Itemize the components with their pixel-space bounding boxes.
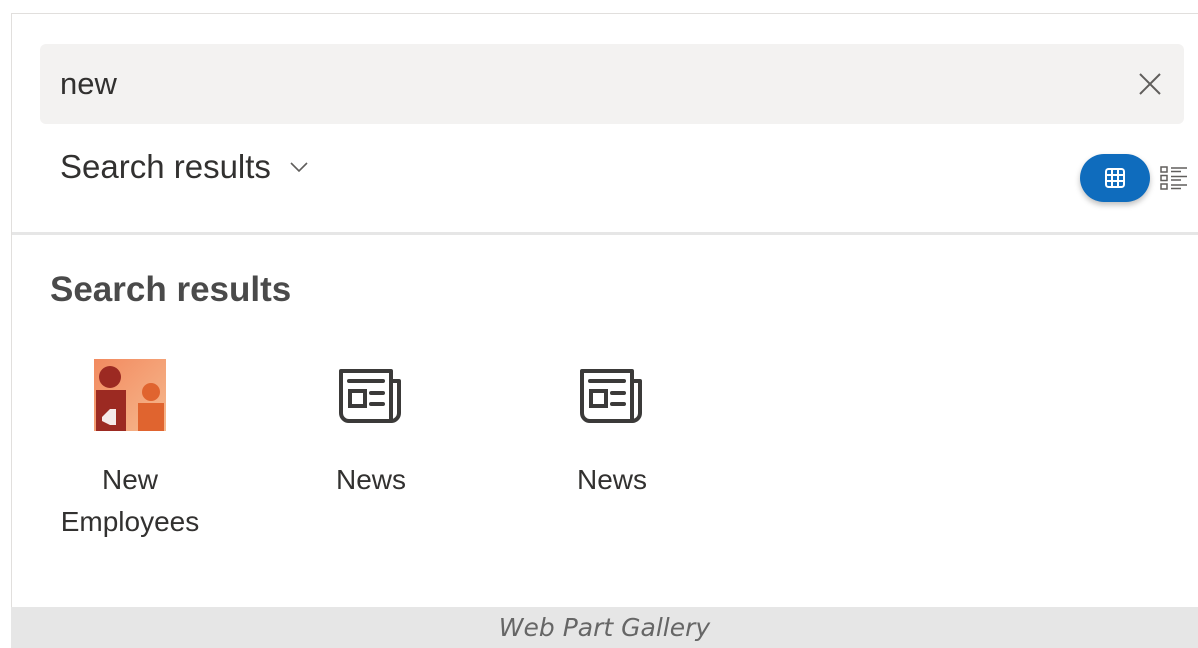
list-view-icon: [1160, 166, 1187, 190]
gallery-caption: Web Part Gallery: [498, 613, 711, 642]
result-item-label: News: [335, 464, 406, 495]
search-box: [40, 44, 1184, 124]
filter-dropdown-label: Search results: [60, 148, 271, 185]
chevron-down-icon: [290, 162, 308, 173]
clear-search-button[interactable]: [1130, 64, 1170, 104]
section-divider: [12, 232, 1198, 235]
result-item-label: News: [576, 464, 647, 495]
result-item-new-employees[interactable]: New Employees: [40, 359, 220, 543]
new-employees-icon: [94, 359, 166, 431]
gallery-caption-bar: Web Part Gallery: [11, 607, 1198, 648]
results-grid: New Employees News News: [40, 359, 763, 543]
result-item-label: New Employees: [60, 464, 200, 537]
result-item-news[interactable]: News: [281, 359, 461, 543]
close-icon: [1139, 73, 1161, 95]
grid-view-button[interactable]: [1080, 154, 1150, 202]
news-icon: [580, 369, 642, 423]
news-icon: [339, 369, 401, 423]
list-view-button[interactable]: [1152, 154, 1196, 202]
result-item-news[interactable]: News: [522, 359, 702, 543]
search-filter-dropdown[interactable]: Search results: [60, 144, 311, 190]
web-part-picker-panel: Search results: [11, 13, 1198, 607]
section-heading: Search results: [50, 270, 292, 309]
view-toggle: [1080, 154, 1196, 202]
grid-view-icon: [1105, 168, 1125, 188]
search-input[interactable]: [60, 62, 1090, 106]
